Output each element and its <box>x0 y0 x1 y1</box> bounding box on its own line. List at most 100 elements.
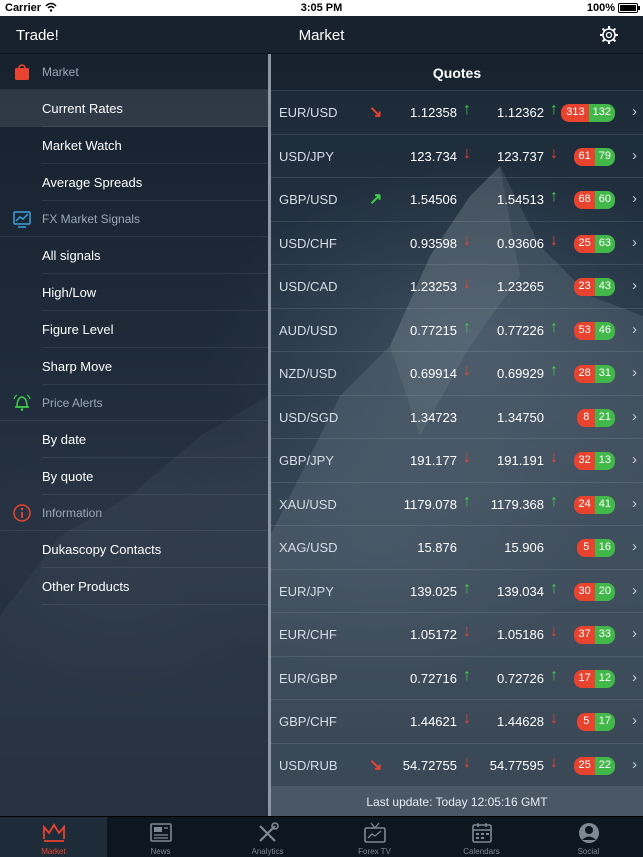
ask-price: 1.34750 <box>497 409 544 425</box>
sentiment-badge: 25 63 <box>573 234 615 253</box>
chevron-right-icon[interactable]: › <box>632 625 637 642</box>
tab-market[interactable]: Market <box>0 817 107 857</box>
arrow-up-icon: ↑ <box>550 579 558 597</box>
sidebar-item-sharp-move[interactable]: Sharp Move <box>0 348 268 385</box>
bid-price: 1.05172 <box>410 627 457 642</box>
settings-gear-icon[interactable] <box>599 25 619 45</box>
section-label: Price Alerts <box>42 396 103 410</box>
tab-forex-tv[interactable]: Forex TV <box>321 817 428 857</box>
arrow-down-icon: ↓ <box>550 231 558 249</box>
sell-count: 313 <box>561 104 589 122</box>
quote-row[interactable]: USD/JPY 123.734 ↓ 123.737 ↓ 61 79 › <box>271 133 643 177</box>
sidebar-item-market-watch[interactable]: Market Watch <box>0 127 268 164</box>
sentiment-badge: 53 46 <box>573 321 615 340</box>
quote-row[interactable]: GBP/JPY 191.177 ↓ 191.191 ↓ 32 13 › <box>271 438 643 482</box>
sell-count: 32 <box>573 452 595 470</box>
currency-pair: USD/CHF <box>279 235 337 251</box>
arrow-up-icon: ↑ <box>550 492 558 510</box>
quote-row[interactable]: EUR/CHF 1.05172 ↓ 1.05186 ↓ 37 33 › <box>271 612 643 656</box>
arrow-down-icon: ↓ <box>463 449 471 466</box>
quote-row[interactable]: EUR/GBP 0.72716 ↑ 0.72726 ↑ 17 12 › <box>271 655 643 699</box>
tab-label: Calendars <box>463 847 500 856</box>
quotes-header: Quotes <box>271 54 643 90</box>
sidebar-item-other-products[interactable]: Other Products <box>0 568 268 605</box>
sell-count: 53 <box>573 321 595 340</box>
sell-count: 28 <box>573 365 595 383</box>
tab-analytics[interactable]: Analytics <box>214 817 321 857</box>
quote-row[interactable]: GBP/USD ↗ 1.54506 1.54513 ↑ 68 60 › <box>271 177 643 221</box>
quote-row[interactable]: USD/RUB ↘ 54.72755 ↓ 54.77595 ↓ 25 22 › <box>271 742 643 786</box>
sell-count: 37 <box>573 626 595 644</box>
sidebar: Market Current Rates Market Watch Averag… <box>0 54 268 816</box>
quote-row[interactable]: USD/CHF 0.93598 ↓ 0.93606 ↓ 25 63 › <box>271 220 643 264</box>
quote-row[interactable]: EUR/USD ↘ 1.12358 ↑ 1.12362 ↑ 313 132 › <box>271 90 643 134</box>
sidebar-item-dukascopy-contacts[interactable]: Dukascopy Contacts <box>0 531 268 568</box>
buy-count: 132 <box>588 104 615 122</box>
battery-icon <box>618 3 640 13</box>
tab-label: News <box>150 847 171 856</box>
chevron-right-icon[interactable]: › <box>632 408 637 425</box>
chevron-right-icon[interactable]: › <box>632 190 637 207</box>
newspaper-icon <box>148 821 174 845</box>
chevron-right-icon[interactable]: › <box>632 451 637 468</box>
arrow-down-icon: ↓ <box>550 144 558 162</box>
chevron-right-icon[interactable]: › <box>632 495 637 512</box>
bid-price: 123.734 <box>410 148 457 164</box>
sell-count: 8 <box>576 408 595 427</box>
sidebar-item-label: Other Products <box>42 579 130 594</box>
buy-count: 21 <box>594 408 615 427</box>
bid-price: 1.12358 <box>410 105 457 120</box>
chevron-right-icon[interactable]: › <box>632 712 637 729</box>
sell-count: 61 <box>573 147 595 166</box>
chart-icon <box>12 209 32 229</box>
chevron-right-icon[interactable]: › <box>632 103 637 120</box>
buy-count: 20 <box>594 582 615 601</box>
chevron-right-icon[interactable]: › <box>632 147 637 164</box>
sidebar-item-all-signals[interactable]: All signals <box>0 237 268 274</box>
sidebar-item-label: By quote <box>42 469 94 484</box>
quote-row[interactable]: USD/CAD 1.23253 ↓ 1.23265 23 43 › <box>271 264 643 308</box>
sidebar-item-average-spreads[interactable]: Average Spreads <box>0 164 268 201</box>
ask-price: 1179.368 <box>490 496 544 512</box>
quote-row[interactable]: XAG/USD 15.876 15.906 5 16 › <box>271 525 643 569</box>
arrow-up-icon: ↑ <box>463 492 471 510</box>
quote-row[interactable]: NZD/USD 0.69914 ↓ 0.69929 ↑ 28 31 › <box>271 351 643 395</box>
sidebar-item-high-low[interactable]: High/Low <box>0 274 268 311</box>
chevron-right-icon[interactable]: › <box>632 756 637 773</box>
tab-social[interactable]: Social <box>535 817 642 857</box>
sidebar-item-current-rates[interactable]: Current Rates <box>0 90 268 127</box>
chevron-right-icon[interactable]: › <box>632 321 637 338</box>
buy-count: 46 <box>594 321 615 340</box>
sentiment-badge: 23 43 <box>573 278 615 296</box>
chevron-right-icon[interactable]: › <box>632 582 637 599</box>
tab-label: Forex TV <box>358 847 391 856</box>
chevron-right-icon[interactable]: › <box>632 364 637 381</box>
tab-calendars[interactable]: Calendars <box>428 817 535 857</box>
currency-pair: GBP/USD <box>279 192 338 207</box>
arrow-down-icon: ↓ <box>463 623 471 640</box>
chevron-right-icon[interactable]: › <box>632 538 637 555</box>
sidebar-item-by-date[interactable]: By date <box>0 421 268 458</box>
arrow-up-icon: ↑ <box>463 101 471 118</box>
tools-icon <box>255 821 281 845</box>
sentiment-badge: 28 31 <box>573 365 615 383</box>
quote-row[interactable]: GBP/CHF 1.44621 ↓ 1.44628 ↓ 5 17 › <box>271 699 643 743</box>
quote-row[interactable]: XAU/USD 1179.078 ↑ 1179.368 ↑ 24 41 › <box>271 481 643 525</box>
currency-pair: AUD/USD <box>279 322 338 338</box>
chevron-right-icon[interactable]: › <box>632 234 637 251</box>
sidebar-item-figure-level[interactable]: Figure Level <box>0 311 268 348</box>
sidebar-section-market: Market <box>0 54 268 90</box>
quote-row[interactable]: USD/SGD 1.34723 1.34750 8 21 › <box>271 394 643 438</box>
ask-price: 0.77226 <box>497 322 544 338</box>
quote-row[interactable]: AUD/USD 0.77215 ↑ 0.77226 ↑ 53 46 › <box>271 307 643 351</box>
currency-pair: EUR/CHF <box>279 627 337 642</box>
section-label: Information <box>42 506 103 520</box>
currency-pair: XAG/USD <box>279 540 338 555</box>
quote-row[interactable]: EUR/JPY 139.025 ↑ 139.034 ↑ 30 20 › <box>271 568 643 612</box>
sidebar-item-by-quote[interactable]: By quote <box>0 458 268 495</box>
chevron-right-icon[interactable]: › <box>632 669 637 686</box>
chevron-right-icon[interactable]: › <box>632 277 637 294</box>
sentiment-badge: 25 22 <box>573 756 615 775</box>
sentiment-badge: 30 20 <box>573 582 615 601</box>
tab-news[interactable]: News <box>107 817 214 857</box>
